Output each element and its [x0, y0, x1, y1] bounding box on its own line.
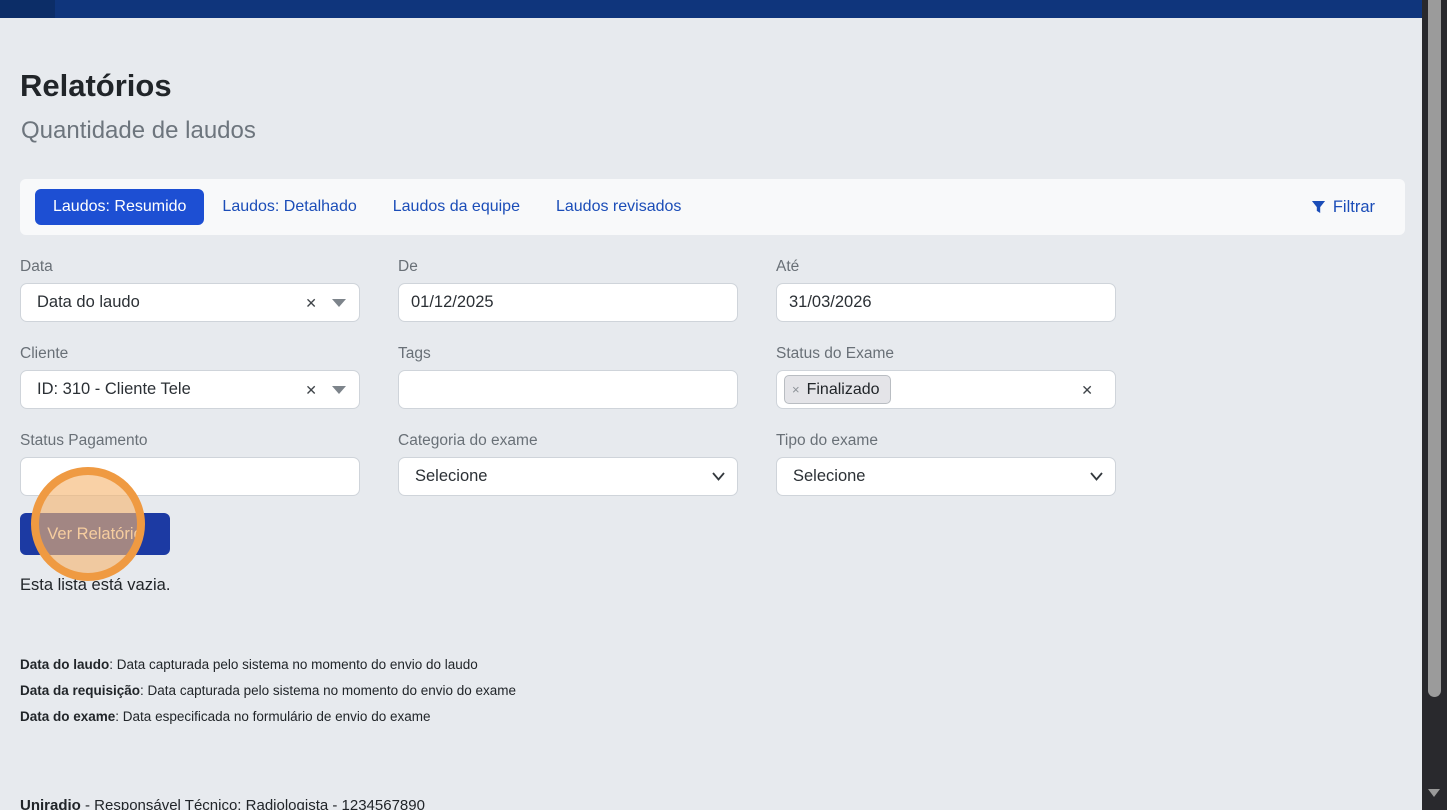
tab-laudos-da-equipe[interactable]: Laudos da equipe	[375, 189, 538, 225]
select-value: Selecione	[777, 467, 865, 486]
scrollbar-thumb[interactable]	[1428, 0, 1441, 697]
field-cliente: Cliente ID: 310 - Cliente Tele ✕	[20, 343, 360, 409]
tab-laudos-resumido[interactable]: Laudos: Resumido	[35, 189, 204, 225]
chevron-down-icon	[1090, 472, 1103, 481]
field-label-data: Data	[20, 256, 360, 278]
scrollbar[interactable]	[1422, 0, 1447, 810]
field-data: Data Data do laudo ✕	[20, 256, 360, 322]
footnote-line: Data do exame: Data especificada no form…	[20, 704, 516, 730]
field-ate: Até	[776, 256, 1116, 322]
tab-laudos-detalhado[interactable]: Laudos: Detalhado	[204, 189, 374, 225]
footnote-line: Data da requisição: Data capturada pelo …	[20, 678, 516, 704]
combo-value: Data do laudo	[21, 293, 140, 312]
footnote-term: Data da requisição	[20, 683, 140, 698]
field-label-status-exame: Status do Exame	[776, 343, 1116, 365]
tipo-exame-select[interactable]: Selecione	[776, 457, 1116, 496]
field-label-ate: Até	[776, 256, 1116, 278]
scroll-down-arrow-icon[interactable]	[1428, 789, 1440, 797]
combo-value: ID: 310 - Cliente Tele	[21, 380, 191, 399]
field-label-tags: Tags	[398, 343, 738, 365]
status-exame-multiselect[interactable]: × Finalizado ✕	[776, 370, 1116, 409]
page-subtitle: Quantidade de laudos	[21, 117, 256, 145]
filter-button-label: Filtrar	[1333, 198, 1375, 217]
footer-text: - Responsável Técnico: Radiologista - 12…	[81, 797, 425, 810]
field-de: De	[398, 256, 738, 322]
field-label-cliente: Cliente	[20, 343, 360, 365]
filter-button[interactable]: Filtrar	[1311, 198, 1375, 217]
reports-page: Relatórios Quantidade de laudos Laudos: …	[0, 0, 1447, 810]
categoria-exame-select[interactable]: Selecione	[398, 457, 738, 496]
chevron-down-icon	[332, 299, 346, 307]
field-categoria-exame: Categoria do exame Selecione	[398, 430, 738, 496]
ver-relatorio-button[interactable]: Ver Relatório	[20, 513, 170, 555]
top-navbar	[0, 0, 1447, 18]
field-label-tipo-exame: Tipo do exame	[776, 430, 1116, 452]
funnel-icon	[1311, 200, 1326, 215]
footnotes: Data do laudo: Data capturada pelo siste…	[20, 652, 516, 730]
footer-brand: Uniradio	[20, 797, 81, 810]
tags-input[interactable]	[398, 370, 738, 409]
filter-form: Data Data do laudo ✕ De Até Cliente ID: …	[20, 256, 1116, 517]
tab-laudos-revisados[interactable]: Laudos revisados	[538, 189, 699, 225]
top-navbar-left-segment	[0, 0, 55, 18]
field-tags: Tags	[398, 343, 738, 409]
field-status-pagamento: Status Pagamento	[20, 430, 360, 496]
footer-credit: Uniradio - Responsável Técnico: Radiolog…	[20, 797, 425, 810]
cliente-combobox[interactable]: ID: 310 - Cliente Tele ✕	[20, 370, 360, 409]
clear-icon[interactable]: ✕	[305, 296, 317, 310]
footnote-line: Data do laudo: Data capturada pelo siste…	[20, 652, 516, 678]
chevron-down-icon	[712, 472, 725, 481]
footnote-description: : Data capturada pelo sistema no momento…	[140, 683, 516, 698]
clear-icon[interactable]: ✕	[1081, 383, 1093, 397]
field-label-status-pagamento: Status Pagamento	[20, 430, 360, 452]
field-label-de: De	[398, 256, 738, 278]
field-tipo-exame: Tipo do exame Selecione	[776, 430, 1116, 496]
selected-tag-chip: × Finalizado	[784, 375, 891, 404]
footnote-term: Data do exame	[20, 709, 115, 724]
chevron-down-icon	[332, 386, 346, 394]
field-label-categoria-exame: Categoria do exame	[398, 430, 738, 452]
status-pagamento-input[interactable]	[20, 457, 360, 496]
select-value: Selecione	[399, 467, 487, 486]
footnote-description: : Data capturada pelo sistema no momento…	[109, 657, 477, 672]
date-to-input[interactable]	[776, 283, 1116, 322]
date-from-input[interactable]	[398, 283, 738, 322]
footnote-term: Data do laudo	[20, 657, 109, 672]
tab-bar: Laudos: Resumido Laudos: Detalhado Laudo…	[20, 179, 1405, 235]
clear-icon[interactable]: ✕	[305, 383, 317, 397]
chip-label: Finalizado	[807, 381, 880, 399]
empty-list-message: Esta lista está vazia.	[20, 576, 170, 595]
remove-tag-icon[interactable]: ×	[792, 383, 800, 396]
page-title: Relatórios	[20, 68, 172, 104]
field-status-exame: Status do Exame × Finalizado ✕	[776, 343, 1116, 409]
footnote-description: : Data especificada no formulário de env…	[115, 709, 430, 724]
data-combobox[interactable]: Data do laudo ✕	[20, 283, 360, 322]
